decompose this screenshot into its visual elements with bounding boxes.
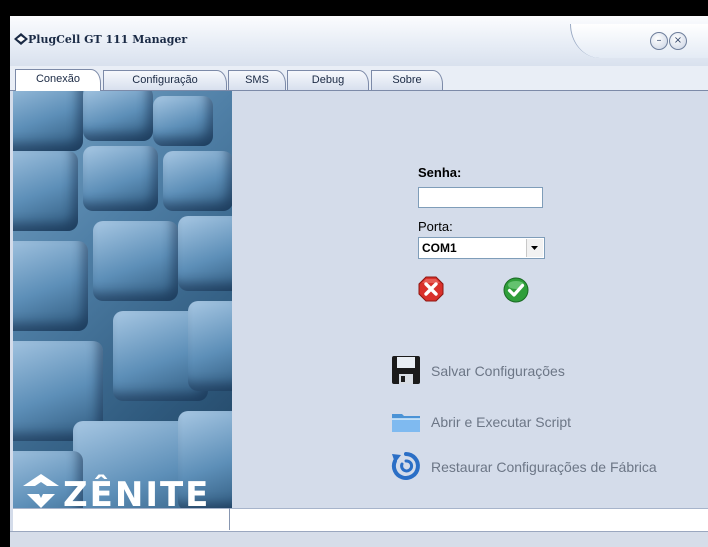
app-icon [14,33,28,45]
tab-sms[interactable]: SMS [228,70,286,90]
tab-strip: Conexão Configuração SMS Debug Sobre [10,66,708,91]
porta-select[interactable]: COM1 [418,237,545,259]
chevron-down-icon [531,246,538,250]
floppy-disk-icon [392,356,420,384]
open-run-script-button[interactable]: Abrir e Executar Script [390,405,610,439]
status-bar [10,531,708,547]
restore-factory-label: Restaurar Configurações de Fábrica [431,459,657,475]
close-button[interactable]: × [669,32,687,50]
tab-configuracao[interactable]: Configuração [103,70,227,90]
tab-debug[interactable]: Debug [287,70,369,90]
minimize-button[interactable]: – [650,32,668,50]
tab-conexao[interactable]: Conexão [15,69,101,91]
confirm-check-icon[interactable] [503,277,529,303]
tab-sobre[interactable]: Sobre [371,70,443,90]
app-window: PlugCell GT 111 Manager – × Conexão Conf… [10,16,708,547]
tab-content: ZÊNITE Senha: Porta: COM1 Salvar Configu… [13,91,708,531]
save-config-button[interactable]: Salvar Configurações [390,354,610,388]
save-config-label: Salvar Configurações [431,363,565,379]
title-bar-accent [570,24,708,58]
folder-icon [392,414,420,432]
bottom-divider [229,508,230,530]
open-run-script-label: Abrir e Executar Script [431,414,572,430]
window-title: PlugCell GT 111 Manager [28,33,188,46]
senha-input[interactable] [418,187,543,208]
cancel-icon[interactable] [418,276,444,302]
porta-selected-value: COM1 [422,241,457,255]
porta-label: Porta: [418,219,453,234]
bottom-panel [13,508,708,531]
restore-arrow-icon [391,452,420,480]
restore-factory-button[interactable]: Restaurar Configurações de Fábrica [390,450,700,484]
senha-label: Senha: [418,165,462,180]
dropdown-button[interactable] [526,239,543,257]
title-bar[interactable]: PlugCell GT 111 Manager – × [10,16,708,66]
connection-form: Senha: Porta: COM1 Salvar Configurações … [13,91,708,531]
